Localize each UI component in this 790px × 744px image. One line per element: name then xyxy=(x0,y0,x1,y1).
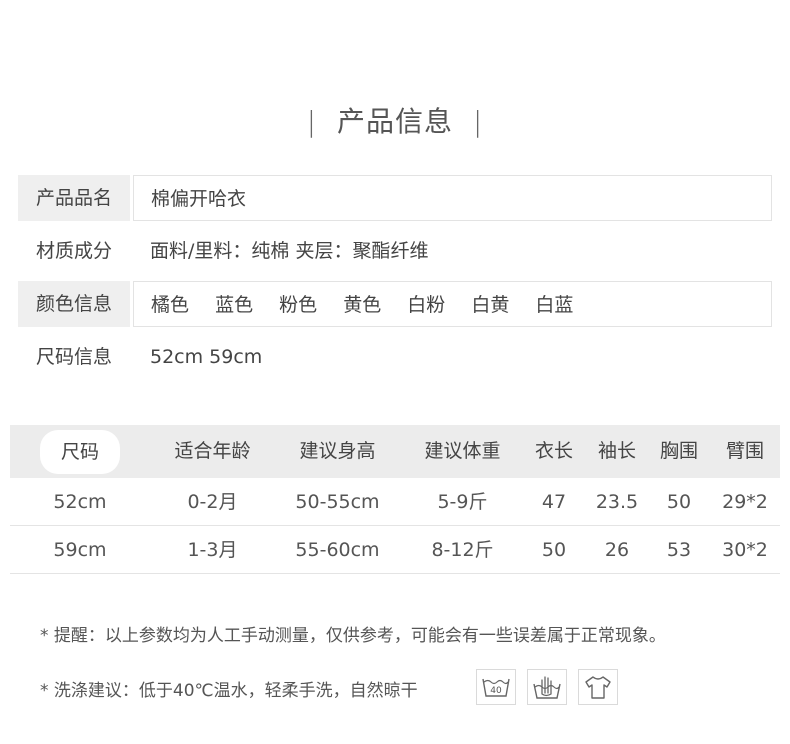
info-row-name: 产品品名 棉偏开哈衣 xyxy=(18,175,772,221)
table-cell: 30*2 xyxy=(722,539,768,561)
section-title-text: 产品信息 xyxy=(336,105,453,138)
info-value-colors: 橘色 蓝色 粉色 黄色 白粉 白黄 白蓝 xyxy=(133,281,772,327)
header-cell-sleeve: 袖长 xyxy=(597,440,636,462)
header-cell-weight: 建议体重 xyxy=(424,440,501,462)
info-value-size: 52cm 59cm xyxy=(150,346,263,368)
table-cell: 59cm xyxy=(53,539,107,561)
header-cell-age: 适合年龄 xyxy=(174,440,251,462)
header-cell-height: 建议身高 xyxy=(299,440,376,462)
table-cell: 47 xyxy=(541,491,567,513)
color-option: 橘色 xyxy=(151,294,190,316)
size-table: 尺码 适合年龄 建议身高 建议体重 衣长 袖长 胸围 臂围 52cm 0-2月 … xyxy=(10,425,780,574)
table-cell: 1-3月 xyxy=(187,539,238,561)
hand-wash-icon xyxy=(527,669,567,705)
info-value-name: 棉偏开哈衣 xyxy=(133,175,772,221)
color-option: 粉色 xyxy=(279,294,318,316)
wash-temp-label: 40 xyxy=(490,686,502,696)
info-row-material: 材质成分 面料/里料：纯棉 夹层：聚酯纤维 xyxy=(18,228,772,274)
color-option: 白黄 xyxy=(471,294,510,316)
size-table-header: 尺码 适合年龄 建议身高 建议体重 衣长 袖长 胸围 臂围 xyxy=(10,425,780,478)
info-label-size: 尺码信息 xyxy=(35,346,112,368)
color-option: 白粉 xyxy=(407,294,446,316)
hang-dry-icon xyxy=(578,669,618,705)
reminder-note: * 提醒：以上参数均为人工手动测量，仅供参考，可能会有一些误差属于正常现象。 xyxy=(40,626,666,646)
header-cell-chest: 胸围 xyxy=(659,440,698,462)
header-cell-arm: 臂围 xyxy=(725,440,764,462)
info-row-size: 尺码信息 52cm 59cm xyxy=(18,334,772,380)
table-cell: 26 xyxy=(604,539,630,561)
table-row: 52cm 0-2月 50-55cm 5-9斤 47 23.5 50 29*2 xyxy=(10,478,780,526)
info-label-color: 颜色信息 xyxy=(18,281,130,327)
washing-note: * 洗涤建议：低于40℃温水，轻柔手洗，自然晾干 xyxy=(40,681,418,701)
header-cell-size: 尺码 xyxy=(40,430,120,474)
color-option: 蓝色 xyxy=(215,294,254,316)
header-cell-length: 衣长 xyxy=(534,440,573,462)
title-bar-left: | xyxy=(306,105,318,138)
color-option: 黄色 xyxy=(343,294,382,316)
table-cell: 8-12斤 xyxy=(431,539,494,561)
table-row: 59cm 1-3月 55-60cm 8-12斤 50 26 53 30*2 xyxy=(10,526,780,574)
table-cell: 52cm xyxy=(53,491,107,513)
table-cell: 29*2 xyxy=(722,491,768,513)
table-cell: 55-60cm xyxy=(295,539,380,561)
wash-40-icon: 40 xyxy=(476,669,516,705)
table-cell: 23.5 xyxy=(595,491,639,513)
info-label-name: 产品品名 xyxy=(18,175,130,221)
info-value-material: 面料/里料：纯棉 夹层：聚酯纤维 xyxy=(150,240,429,262)
info-row-color: 颜色信息 橘色 蓝色 粉色 黄色 白粉 白黄 白蓝 xyxy=(18,281,772,327)
table-cell: 50 xyxy=(541,539,567,561)
color-option: 白蓝 xyxy=(535,294,574,316)
title-bar-right: | xyxy=(472,105,484,138)
table-cell: 50-55cm xyxy=(295,491,380,513)
table-cell: 50 xyxy=(666,491,692,513)
info-label-material: 材质成分 xyxy=(35,240,112,262)
section-title: | 产品信息 | xyxy=(0,100,790,140)
table-cell: 53 xyxy=(666,539,692,561)
table-cell: 0-2月 xyxy=(187,491,238,513)
table-cell: 5-9斤 xyxy=(437,491,488,513)
